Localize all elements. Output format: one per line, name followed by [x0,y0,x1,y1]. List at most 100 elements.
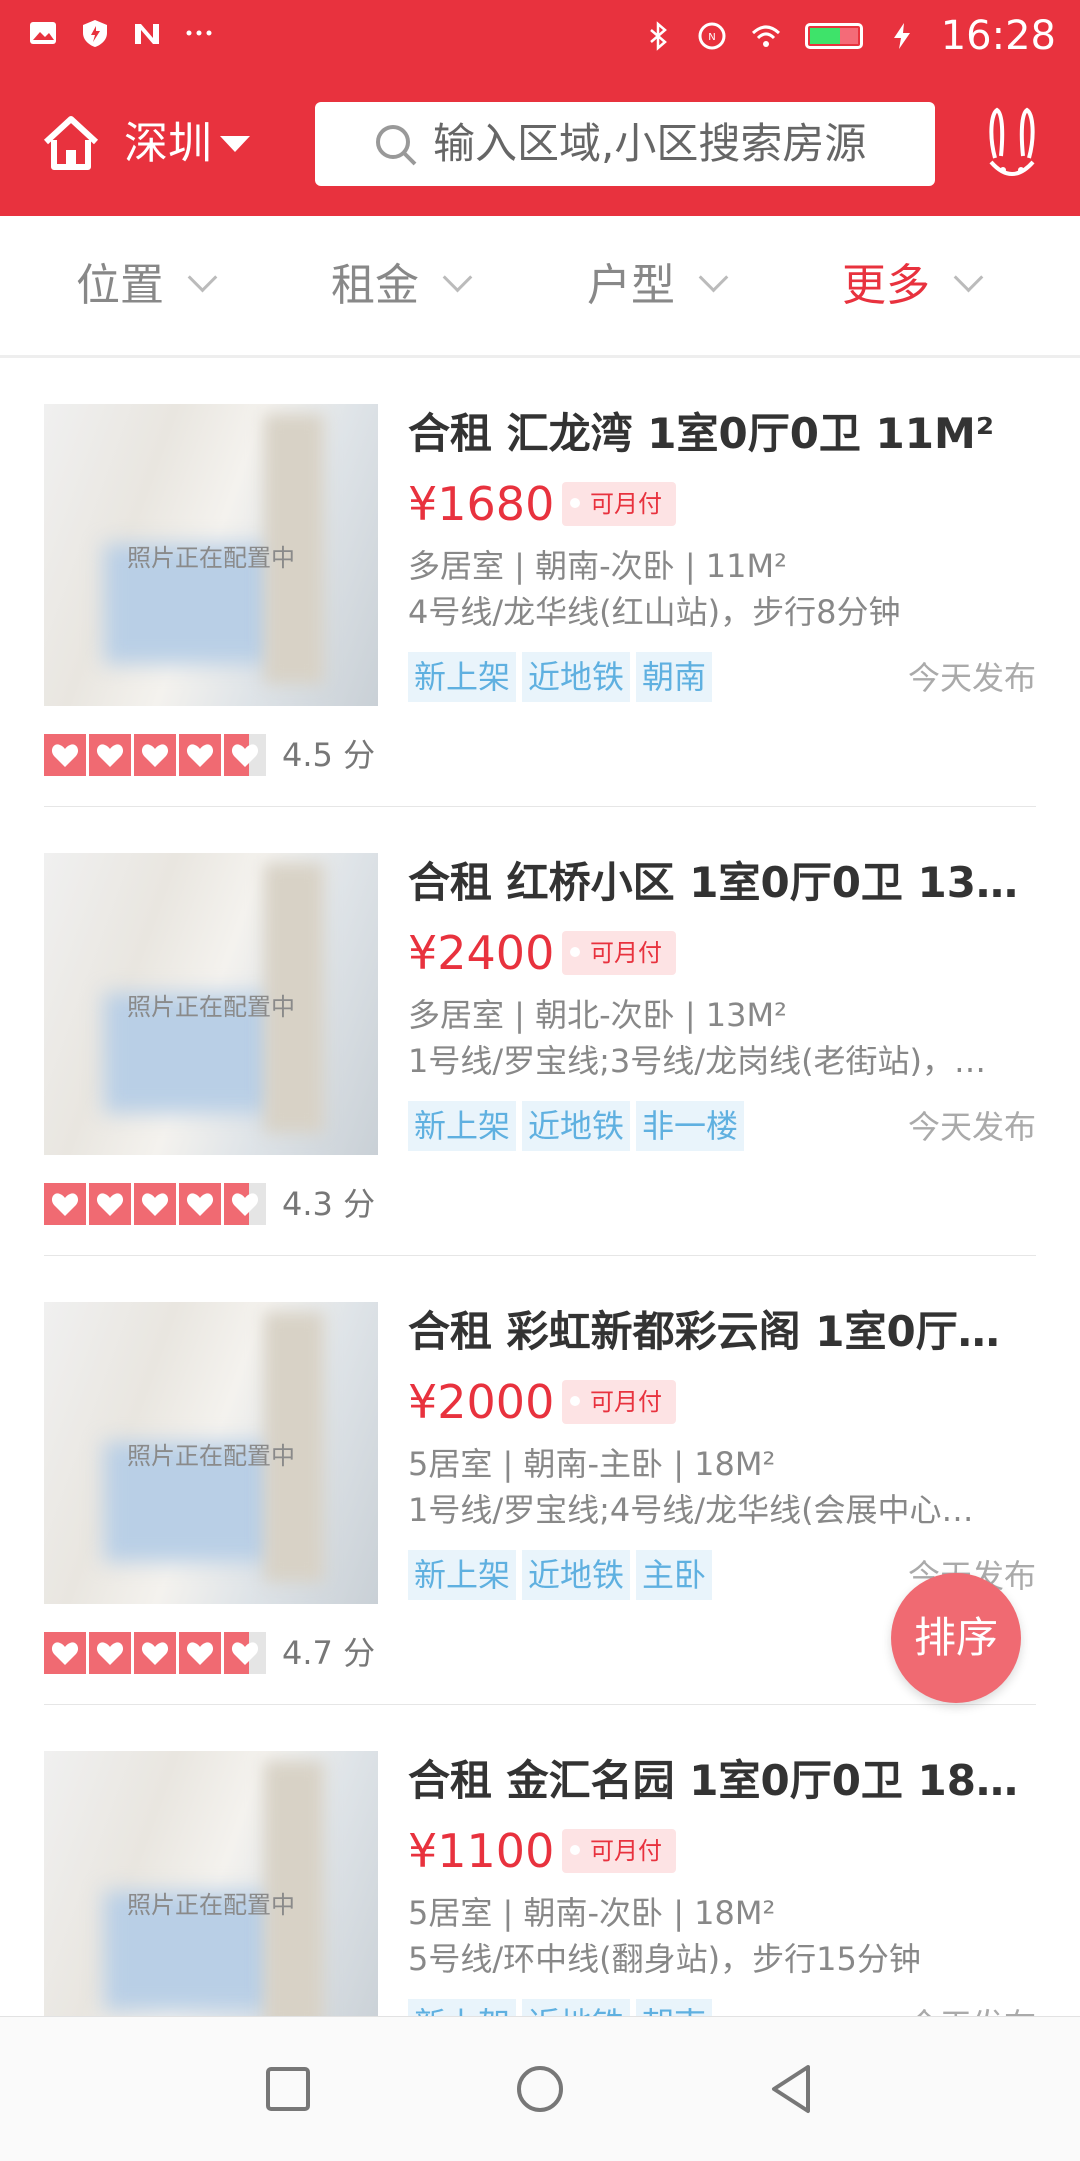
listing-card[interactable]: 照片正在配置中 合租 红桥小区 1室0厅0卫 13… ¥2400 可月付 多居室… [0,807,1080,1256]
heart-icon [134,734,176,776]
rating: 4.5 分 [44,734,375,776]
tag: 近地铁 [522,652,631,702]
recents-icon[interactable] [258,2059,318,2119]
posted-date: 今天发布 [908,2001,1036,2016]
status-bar: N 16:28 [0,0,1080,72]
monthly-pay-badge: 可月付 [562,1829,676,1873]
rating: 4.3 分 [44,1183,375,1225]
listing-title[interactable]: 合租 彩虹新都彩云阁 1室0厅… [408,1302,1028,1362]
monthly-pay-badge: 可月付 [562,931,676,975]
listing-title[interactable]: 合租 红桥小区 1室0厅0卫 13… [408,853,1028,913]
tag: 新上架 [408,1999,517,2016]
heart-icon [179,1632,221,1674]
bunny-icon[interactable] [983,106,1041,184]
heart-icon [179,1183,221,1225]
listing-price: ¥1100 [408,1824,555,1878]
heart-icon [44,1183,86,1225]
n-icon [135,24,159,44]
filter-location[interactable]: 位置 [76,260,218,312]
heart-icon [134,1183,176,1225]
listing-photo[interactable]: 照片正在配置中 [44,1751,378,2016]
heart-icon [134,1632,176,1674]
chevron-down-icon [698,262,729,293]
heart-rating [44,734,266,776]
chevron-down-icon[interactable] [220,136,250,152]
heart-icon [179,734,221,776]
listing-metro: 1号线/罗宝线;4号线/龙华线(会展中心… [408,1491,974,1529]
half-heart-icon [224,734,266,776]
monthly-pay-badge: 可月付 [562,482,676,526]
heart-icon [44,1632,86,1674]
sort-button[interactable]: 排序 [891,1573,1021,1703]
wifi-icon [751,25,780,47]
tag: 朝南 [636,652,713,702]
system-nav-bar [0,2016,1080,2161]
search-icon [376,125,417,166]
listing-spec: 5居室 | 朝南-主卧 | 18M² [408,1445,776,1483]
listing-metro: 4号线/龙华线(红山站)，步行8分钟 [408,593,901,631]
heart-rating [44,1632,266,1674]
listing-card[interactable]: 照片正在配置中 合租 金汇名园 1室0厅0卫 18… ¥1100 可月付 5居室… [0,1705,1080,2016]
listing-photo[interactable]: 照片正在配置中 [44,404,378,706]
filter-more[interactable]: 更多 [842,260,984,312]
listing-title[interactable]: 合租 汇龙湾 1室0厅0卫 11M² [408,404,1028,464]
photo-placeholder-text: 照片正在配置中 [127,1442,295,1470]
filter-label: 位置 [76,260,164,311]
filter-label: 更多 [842,260,930,311]
heart-icon [89,734,131,776]
image-icon [30,22,56,44]
city-selector[interactable]: 深圳 [124,118,212,170]
home-circle-icon[interactable] [510,2059,570,2119]
shield-icon [83,20,107,47]
rating: 4.7 分 [44,1632,375,1674]
charging-icon [893,23,910,49]
search-input[interactable]: 输入区域,小区搜索房源 [315,102,935,186]
bluetooth-icon [649,21,667,51]
chevron-down-icon [187,262,218,293]
app-header: 深圳 输入区域,小区搜索房源 [0,72,1080,216]
heart-icon [89,1632,131,1674]
listing-tags: 新上架 近地铁 主卧 [408,1550,713,1600]
listing-price: ¥1680 [408,477,555,531]
listing-price: ¥2000 [408,1375,555,1429]
rating-score: 4.3 分 [282,1185,376,1223]
listing-price: ¥2400 [408,926,555,980]
filter-rent[interactable]: 租金 [331,260,473,312]
rating-score: 4.5 分 [282,736,376,774]
filter-layout[interactable]: 户型 [587,260,729,312]
tag: 近地铁 [522,1999,631,2016]
tag: 非一楼 [636,1101,745,1151]
listing-tags: 新上架 近地铁 朝南 [408,1999,713,2016]
listing-tags: 新上架 近地铁 朝南 [408,652,713,702]
tag: 新上架 [408,652,517,702]
clock: 16:28 [940,13,1056,59]
chevron-down-icon [953,262,984,293]
listing-spec: 5居室 | 朝南-次卧 | 18M² [408,1894,776,1932]
back-icon[interactable] [762,2059,822,2119]
heart-rating [44,1183,266,1225]
rating-score: 4.7 分 [282,1634,376,1672]
half-heart-icon [224,1632,266,1674]
posted-date: 今天发布 [907,659,1036,697]
tag: 朝南 [636,1999,713,2016]
svg-text:N: N [708,32,715,43]
listing-title[interactable]: 合租 金汇名园 1室0厅0卫 18… [408,1751,1028,1811]
heart-icon [89,1183,131,1225]
tag: 新上架 [408,1101,517,1151]
listing-photo[interactable]: 照片正在配置中 [44,1302,378,1604]
nfc-icon: N [698,22,726,50]
listing-spec: 多居室 | 朝北-次卧 | 13M² [408,996,787,1034]
battery-icon [804,23,863,49]
posted-date: 今天发布 [907,1108,1036,1146]
listing-card[interactable]: 照片正在配置中 合租 汇龙湾 1室0厅0卫 11M² ¥1680 可月付 多居室… [0,358,1080,807]
listing-metro: 5号线/环中线(翻身站)，步行15分钟 [408,1940,921,1978]
listing-tags: 新上架 近地铁 非一楼 [408,1101,745,1151]
listing-photo[interactable]: 照片正在配置中 [44,853,378,1155]
tag: 近地铁 [522,1101,631,1151]
home-icon[interactable] [40,112,102,174]
tag: 近地铁 [522,1550,631,1600]
filter-label: 租金 [331,260,419,311]
photo-placeholder-text: 照片正在配置中 [127,1891,295,1919]
search-placeholder: 输入区域,小区搜索房源 [433,119,867,168]
tag: 主卧 [636,1550,713,1600]
